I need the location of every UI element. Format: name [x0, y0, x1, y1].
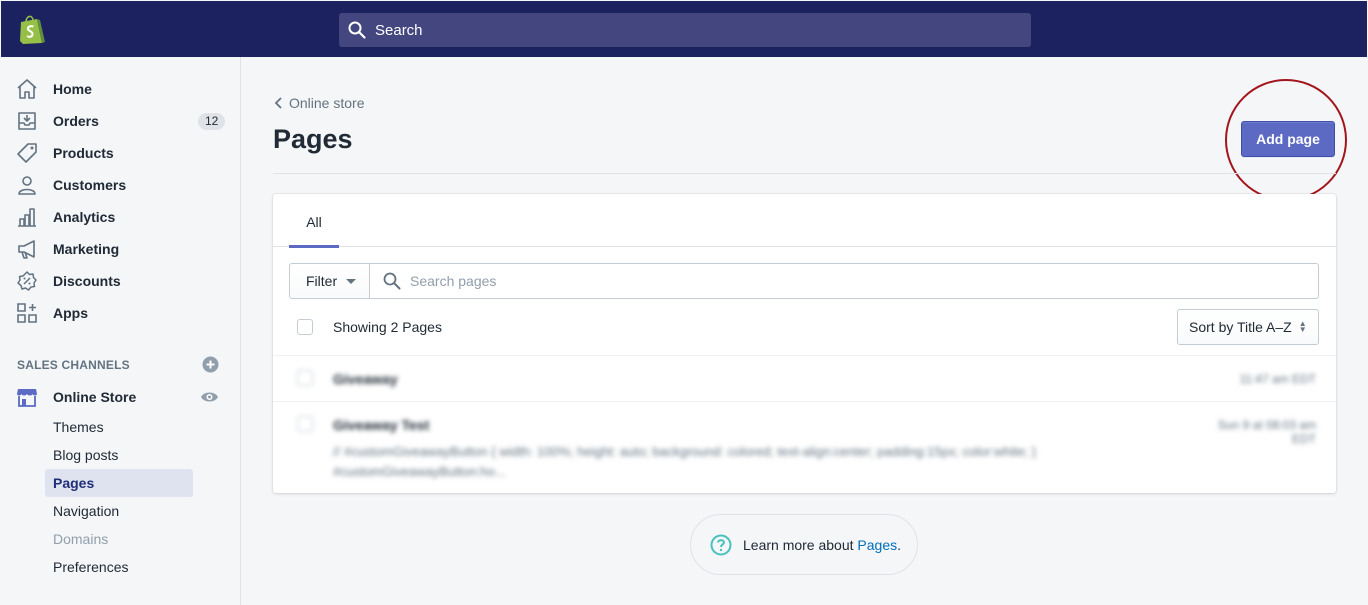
- sidebar: Home Orders 12 Products Customers Analyt…: [1, 57, 241, 605]
- megaphone-icon: [18, 240, 35, 259]
- help-suffix: .: [897, 536, 901, 553]
- row-excerpt: // #customGiveawayButton { width: 100%; …: [333, 444, 1037, 479]
- breadcrumb[interactable]: Online store: [274, 95, 364, 111]
- help-pages-link[interactable]: Pages: [857, 537, 897, 553]
- sidebar-item-apps[interactable]: Apps: [1, 297, 240, 329]
- sidebar-item-discounts[interactable]: Discounts: [1, 265, 240, 297]
- tag-icon: [17, 143, 37, 163]
- sidebar-subitem-preferences[interactable]: Preferences: [45, 553, 193, 581]
- page-title: Pages: [273, 124, 353, 154]
- sidebar-subitem-navigation[interactable]: Navigation: [45, 497, 193, 525]
- sidebar-item-label: Customers: [53, 177, 127, 193]
- pages-list-card: All Filter Showing 2 Pages Sort by Title…: [273, 194, 1336, 493]
- apps-icon: [17, 303, 37, 323]
- add-page-button[interactable]: Add page: [1241, 121, 1335, 157]
- help-prefix: Learn more about: [743, 536, 858, 553]
- subitem-label: Themes: [53, 419, 104, 435]
- discount-icon: [17, 271, 37, 291]
- tab-all[interactable]: All: [289, 194, 339, 248]
- top-bar: Search: [1, 1, 1367, 57]
- sort-arrows-icon: ▲ ▼: [1298, 319, 1307, 334]
- filter-button[interactable]: Filter: [289, 263, 370, 299]
- sidebar-item-label: Online Store: [53, 389, 137, 405]
- subitem-label: Pages: [53, 475, 95, 491]
- breadcrumb-label: Online store: [289, 95, 365, 111]
- person-icon: [18, 176, 36, 195]
- global-search-bar[interactable]: Search: [339, 13, 1031, 47]
- subitem-label: Preferences: [53, 559, 129, 575]
- sales-channels-heading: SALES CHANNELS: [17, 358, 130, 372]
- active-tab-indicator: [289, 245, 339, 248]
- search-pages-field[interactable]: [369, 263, 1319, 299]
- store-icon: [17, 389, 37, 407]
- tab-label: All: [306, 214, 322, 230]
- header-divider: [273, 173, 1336, 174]
- sidebar-item-label: Analytics: [53, 209, 116, 225]
- sidebar-item-home[interactable]: Home: [1, 73, 240, 105]
- sidebar-item-customers[interactable]: Customers: [1, 169, 240, 201]
- shopify-bag-icon[interactable]: [17, 13, 45, 45]
- search-icon: [348, 21, 366, 39]
- sidebar-subitem-pages[interactable]: Pages: [45, 469, 193, 497]
- sidebar-item-products[interactable]: Products: [1, 137, 240, 169]
- sidebar-subitem-domains[interactable]: Domains: [45, 525, 193, 553]
- sidebar-subitem-blog-posts[interactable]: Blog posts: [45, 441, 193, 469]
- row-checkbox[interactable]: [297, 416, 313, 432]
- caret-down-icon: [346, 278, 357, 284]
- row-checkbox[interactable]: [297, 370, 313, 386]
- orders-count-badge: 12: [198, 113, 226, 130]
- sort-select[interactable]: Sort by Title A–Z ▲ ▼: [1177, 309, 1319, 345]
- table-row[interactable]: Giveaway Test Sun 9 at 08:03 am EDT // #…: [273, 401, 1336, 493]
- subitem-label: Blog posts: [53, 447, 119, 463]
- sidebar-item-label: Products: [53, 145, 114, 161]
- sidebar-subitem-themes[interactable]: Themes: [45, 413, 193, 441]
- subitem-label: Domains: [53, 531, 109, 547]
- chevron-left-icon: [274, 97, 282, 109]
- sidebar-item-label: Orders: [53, 113, 99, 129]
- orders-icon: [18, 112, 36, 130]
- help-text: Learn more about Pages.: [743, 537, 901, 553]
- global-search-placeholder: Search: [375, 21, 423, 39]
- row-title: Giveaway Test: [333, 417, 430, 433]
- bar-chart-icon: [18, 208, 36, 227]
- home-icon: [17, 79, 37, 99]
- sidebar-item-label: Discounts: [53, 273, 121, 289]
- search-icon: [383, 272, 401, 290]
- search-pages-input[interactable]: [410, 273, 1290, 289]
- row-title: Giveaway: [333, 371, 398, 387]
- row-date: Sun 9 at 08:03 am EDT: [1217, 418, 1316, 446]
- sidebar-item-label: Marketing: [53, 241, 120, 257]
- sidebar-item-label: Home: [53, 81, 92, 97]
- subitem-label: Navigation: [53, 503, 120, 519]
- sidebar-item-marketing[interactable]: Marketing: [1, 233, 240, 265]
- sidebar-item-orders[interactable]: Orders 12: [1, 105, 240, 137]
- help-footer: Learn more about Pages.: [690, 514, 918, 575]
- select-all-checkbox[interactable]: [297, 319, 313, 335]
- question-circle-icon: [710, 534, 732, 555]
- eye-icon[interactable]: [200, 389, 219, 405]
- sidebar-item-label: Apps: [53, 305, 88, 321]
- row-date: 11:47 am EDT: [1239, 372, 1316, 386]
- table-row[interactable]: Giveaway 11:47 am EDT: [273, 355, 1336, 401]
- filter-label: Filter: [306, 273, 338, 289]
- sidebar-item-analytics[interactable]: Analytics: [1, 201, 240, 233]
- sort-label: Sort by Title A–Z: [1189, 319, 1292, 335]
- add-sales-channel-icon[interactable]: [202, 356, 219, 373]
- showing-count: Showing 2 Pages: [333, 319, 442, 335]
- tab-bar: All: [273, 194, 1336, 248]
